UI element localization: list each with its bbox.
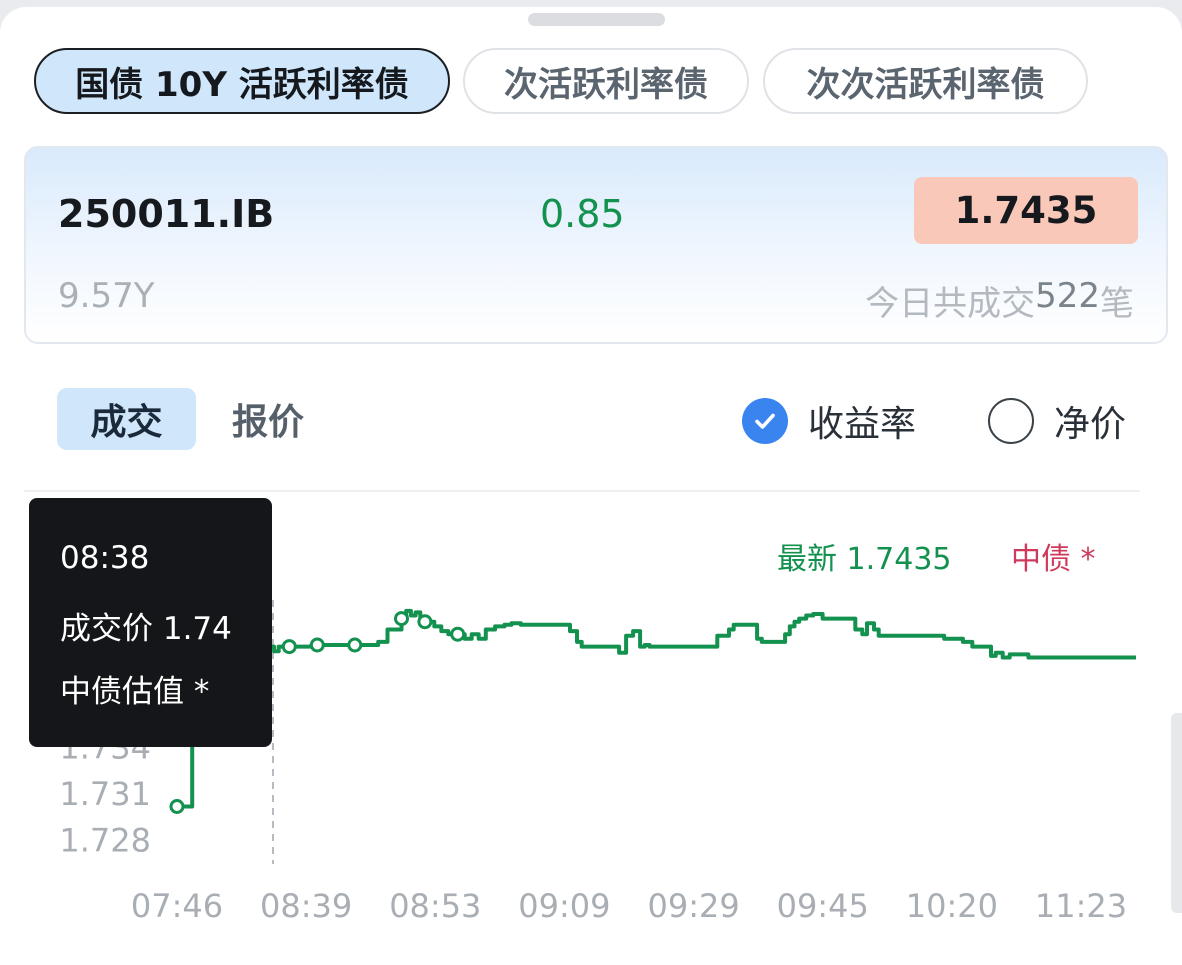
- x-axis: 07:46 08:39 08:53 09:09 09:29 09:45 10:20 11:23: [131, 887, 1127, 925]
- trade-marker: [417, 614, 433, 630]
- trade-marker: [309, 637, 325, 653]
- x-tick-label: 10:20: [906, 887, 998, 925]
- trade-marker: [169, 799, 185, 814]
- scrollbar[interactable]: [1171, 713, 1182, 913]
- x-tick-label: 08:53: [389, 887, 481, 925]
- tooltip-price: 成交价 1.74: [60, 611, 232, 647]
- y-tick-label: 1.728: [59, 822, 151, 860]
- x-tick-label: 07:46: [131, 887, 223, 925]
- x-tick-label: 08:39: [260, 887, 352, 925]
- y-tick-label: 1.731: [59, 775, 151, 813]
- trade-marker: [281, 639, 297, 655]
- trade-marker: [347, 637, 363, 653]
- yield-line-chart[interactable]: 1.7371.7341.7311.728 07:4608:3908:5309:0…: [0, 0, 1182, 965]
- tooltip-time: 08:38: [60, 540, 150, 576]
- trade-marker: [450, 626, 466, 642]
- x-tick-label: 09:45: [777, 887, 869, 925]
- chart-tooltip: 08:38 成交价 1.74 中债估值 *: [29, 498, 272, 747]
- x-tick-label: 11:23: [1035, 887, 1127, 925]
- tooltip-valuation: 中债估值 *: [60, 674, 210, 710]
- trade-marker: [394, 611, 409, 627]
- x-tick-label: 09:29: [647, 887, 739, 925]
- x-tick-label: 09:09: [518, 887, 610, 925]
